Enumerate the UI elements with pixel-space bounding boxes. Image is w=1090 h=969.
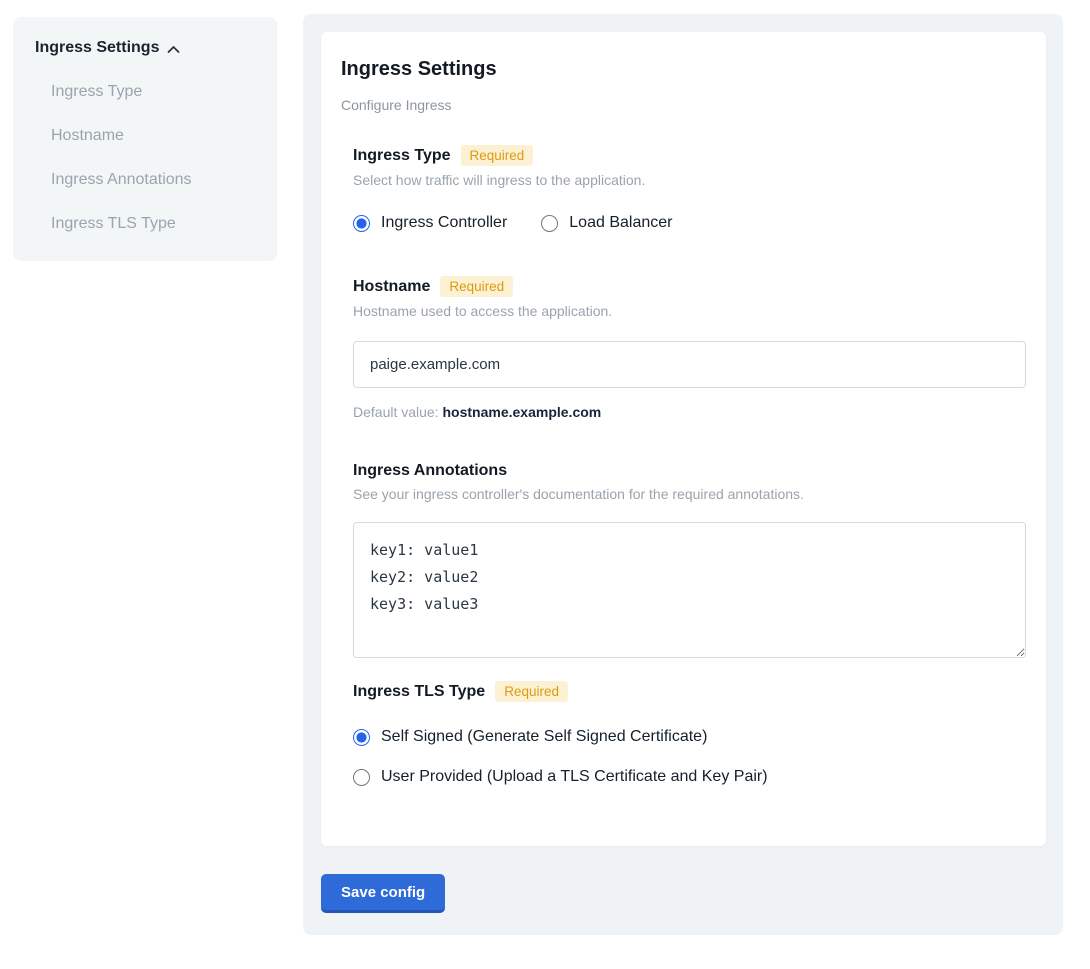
annotations-description: See your ingress controller's documentat… [353, 486, 1026, 502]
page: Ingress Settings Ingress Type Hostname I… [0, 0, 1090, 957]
tls-type-label: Ingress TLS Type [353, 683, 485, 701]
radio-label-self-signed: Self Signed (Generate Self Signed Certif… [381, 728, 707, 746]
hostname-description: Hostname used to access the application. [353, 303, 1026, 319]
chevron-up-icon [167, 45, 180, 54]
tls-type-required-badge: Required [495, 681, 568, 702]
ingress-type-description: Select how traffic will ingress to the a… [353, 172, 1026, 188]
sidebar-item-ingress-tls-type[interactable]: Ingress TLS Type [51, 215, 257, 233]
sidebar-item-hostname[interactable]: Hostname [51, 127, 257, 145]
sidebar-item-ingress-type[interactable]: Ingress Type [51, 83, 257, 101]
ingress-type-label-row: Ingress Type Required [353, 145, 1026, 166]
hostname-default-line: Default value: hostname.example.com [353, 404, 1026, 420]
annotations-label: Ingress Annotations [353, 462, 507, 480]
field-ingress-tls-type: Ingress TLS Type Required Self Signed (G… [353, 681, 1026, 786]
hostname-label-row: Hostname Required [353, 276, 1026, 297]
sidebar-section-title: Ingress Settings [35, 39, 159, 57]
settings-panel: Ingress Settings Configure Ingress Ingre… [303, 14, 1063, 935]
tls-type-radio-group: Self Signed (Generate Self Signed Certif… [353, 728, 1026, 786]
hostname-input[interactable] [353, 341, 1026, 388]
radio-input-load-balancer[interactable] [541, 215, 558, 232]
tls-type-label-row: Ingress TLS Type Required [353, 681, 1026, 702]
hostname-default-value: hostname.example.com [443, 404, 602, 420]
radio-label-user-provided: User Provided (Upload a TLS Certificate … [381, 768, 768, 786]
ingress-type-radio-group: Ingress Controller Load Balancer [353, 214, 1026, 232]
radio-option-load-balancer[interactable]: Load Balancer [541, 214, 672, 232]
hostname-required-badge: Required [440, 276, 513, 297]
hostname-default-prefix: Default value: [353, 404, 443, 420]
sidebar: Ingress Settings Ingress Type Hostname I… [13, 17, 277, 261]
radio-input-self-signed[interactable] [353, 729, 370, 746]
radio-option-ingress-controller[interactable]: Ingress Controller [353, 214, 507, 232]
sidebar-item-ingress-annotations[interactable]: Ingress Annotations [51, 171, 257, 189]
ingress-type-label: Ingress Type [353, 147, 451, 165]
save-config-button[interactable]: Save config [321, 874, 445, 913]
field-hostname: Hostname Required Hostname used to acces… [353, 276, 1026, 420]
radio-input-ingress-controller[interactable] [353, 215, 370, 232]
hostname-label: Hostname [353, 278, 430, 296]
radio-input-user-provided[interactable] [353, 769, 370, 786]
radio-label-load-balancer: Load Balancer [569, 214, 672, 232]
ingress-settings-card: Ingress Settings Configure Ingress Ingre… [321, 32, 1046, 846]
card-subtitle: Configure Ingress [341, 97, 1026, 113]
field-ingress-type: Ingress Type Required Select how traffic… [353, 145, 1026, 232]
sidebar-section-ingress-settings[interactable]: Ingress Settings [35, 39, 257, 57]
field-ingress-annotations: Ingress Annotations See your ingress con… [353, 462, 1026, 663]
radio-option-user-provided[interactable]: User Provided (Upload a TLS Certificate … [353, 768, 1026, 786]
card-title: Ingress Settings [341, 58, 1026, 81]
annotations-label-row: Ingress Annotations [353, 462, 1026, 480]
sidebar-nav: Ingress Type Hostname Ingress Annotation… [35, 83, 257, 233]
radio-option-self-signed[interactable]: Self Signed (Generate Self Signed Certif… [353, 728, 1026, 746]
ingress-type-required-badge: Required [461, 145, 534, 166]
annotations-textarea[interactable]: key1: value1 key2: value2 key3: value3 [353, 522, 1026, 658]
radio-label-ingress-controller: Ingress Controller [381, 214, 507, 232]
